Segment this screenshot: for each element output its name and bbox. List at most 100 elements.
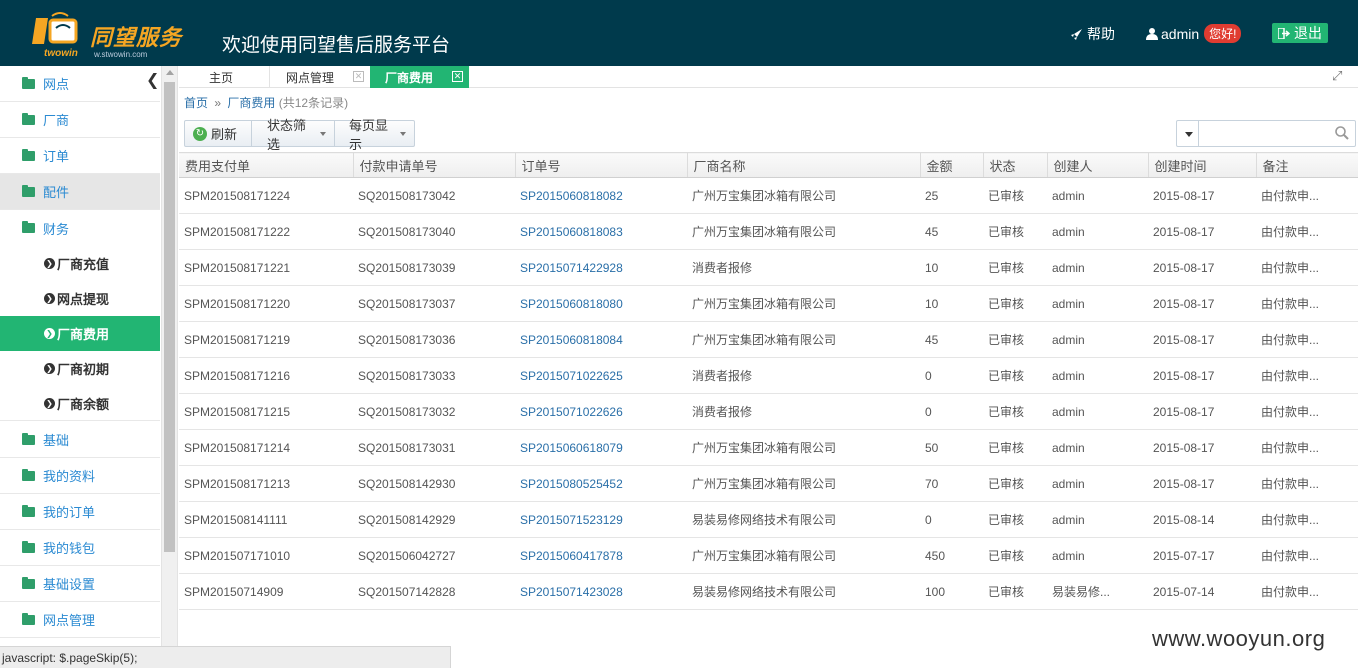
sidebar-item-label: 基础 — [43, 433, 70, 448]
cell-payment-request-id: SQ201508173039 — [353, 249, 515, 286]
sidebar-item-branch-management[interactable]: 网点管理 — [0, 602, 160, 638]
column-header[interactable]: 创建人 — [1047, 152, 1149, 178]
table-header-row: 费用支付单 付款申请单号 订单号 厂商名称 金额 状态 创建人 创建时间 备注 — [179, 152, 1358, 178]
cell-fee-payment-id: SPM201507171010 — [179, 537, 353, 574]
tab-branch-management[interactable]: 网点管理 ✕ — [269, 66, 370, 88]
cell-order-id[interactable]: SP2015071022626 — [515, 393, 687, 430]
sidebar-item-label: 我的订单 — [43, 505, 96, 520]
table-row[interactable]: SPM201508171224 SQ201508173042 SP201506081… — [179, 177, 1358, 214]
cell-fee-payment-id: SPM20150714909 — [179, 573, 353, 610]
table-row[interactable]: SPM201508171219 SQ201508173036 SP201506081… — [179, 321, 1358, 358]
folder-icon — [22, 576, 35, 589]
sidebar-item-my-orders[interactable]: 我的订单 — [0, 494, 160, 530]
cell-creator: admin — [1047, 357, 1148, 394]
column-header[interactable]: 订单号 — [515, 152, 688, 178]
cell-amount: 70 — [920, 465, 983, 502]
search-field-dropdown[interactable] — [1177, 121, 1199, 146]
table-row[interactable]: SPM201508171215 SQ201508173032 SP201507102… — [179, 393, 1358, 430]
sidebar-subitem-branch-withdraw[interactable]: ❯ 网点提现 — [0, 281, 160, 316]
search-icon[interactable] — [1334, 125, 1350, 141]
sidebar-item-vendor[interactable]: 厂商 — [0, 102, 160, 138]
cell-creator: admin — [1047, 213, 1148, 250]
user-menu[interactable]: admin 您好! — [1146, 24, 1242, 43]
sidebar-subitem-vendor-initial[interactable]: ❯ 厂商初期 — [0, 351, 160, 386]
sidebar-item-my-profile[interactable]: 我的资料 — [0, 458, 160, 494]
cell-amount: 450 — [920, 537, 983, 574]
table-row[interactable]: SPM20150714909 SQ201507142828 SP2015071423… — [179, 573, 1358, 610]
toolbar: ↻ 刷新 状态筛选 每页显示 — [184, 118, 415, 152]
column-header[interactable]: 厂商名称 — [687, 152, 921, 178]
sidebar-scrollbar[interactable] — [162, 66, 178, 668]
cell-order-id[interactable]: SP2015060618079 — [515, 429, 687, 466]
cell-status: 已审核 — [983, 393, 1047, 430]
sidebar-item-orders[interactable]: 订单 — [0, 138, 160, 174]
logout-button[interactable]: 退出 — [1272, 23, 1328, 43]
refresh-button[interactable]: ↻ 刷新 — [185, 121, 252, 146]
cell-fee-payment-id: SPM201508171221 — [179, 249, 353, 286]
sidebar-item-label: 基础设置 — [43, 577, 96, 592]
column-header[interactable]: 金额 — [920, 152, 984, 178]
cell-amount: 100 — [920, 573, 983, 610]
table-row[interactable]: SPM201508171213 SQ201508142930 SP201508052… — [179, 465, 1358, 502]
cell-order-id[interactable]: SP2015060818080 — [515, 285, 687, 322]
scroll-up-icon[interactable] — [166, 70, 174, 75]
cell-order-id[interactable]: SP2015060417878 — [515, 537, 687, 574]
page-size-dropdown[interactable]: 每页显示 — [335, 118, 414, 152]
sidebar-subitem-vendor-recharge[interactable]: ❯ 厂商充值 — [0, 246, 160, 281]
cell-order-id[interactable]: SP2015060818082 — [515, 177, 687, 214]
status-filter-dropdown[interactable]: 状态筛选 — [252, 118, 335, 152]
refresh-label: 刷新 — [211, 127, 238, 142]
column-header[interactable]: 状态 — [983, 152, 1048, 178]
cell-order-id[interactable]: SP2015080525452 — [515, 465, 687, 502]
table-row[interactable]: SPM201508171216 SQ201508173033 SP201507102… — [179, 357, 1358, 394]
expand-icon[interactable]: ⤢ — [1332, 68, 1342, 84]
close-icon[interactable]: ✕ — [353, 71, 364, 82]
tab-home[interactable]: 主页 — [179, 66, 269, 88]
cell-creator: admin — [1047, 501, 1148, 538]
sidebar-item-basic[interactable]: 基础 — [0, 422, 160, 458]
table-row[interactable]: SPM201508171220 SQ201508173037 SP201506081… — [179, 285, 1358, 322]
column-header[interactable]: 费用支付单 — [179, 152, 354, 178]
sidebar-item-parts[interactable]: 配件 — [0, 174, 160, 210]
tab-bar: 主页 网点管理 ✕ 厂商费用 ✕ — [179, 66, 1358, 88]
help-link[interactable]: 帮助 — [1070, 24, 1115, 44]
sidebar-item-basic-settings[interactable]: 基础设置 — [0, 566, 160, 602]
column-header[interactable]: 创建时间 — [1148, 152, 1257, 178]
table-row[interactable]: SPM201507171010 SQ201506042727 SP201506041… — [179, 537, 1358, 574]
sign-out-icon — [1278, 27, 1290, 39]
sidebar-item-label: 我的资料 — [43, 469, 96, 484]
scrollbar-thumb[interactable] — [164, 82, 175, 552]
sidebar-item-finance[interactable]: 财务 — [0, 210, 160, 246]
table-row[interactable]: SPM201508171221 SQ201508173039 SP201507142… — [179, 249, 1358, 286]
column-header[interactable]: 备注 — [1256, 152, 1358, 178]
cell-created-date: 2015-07-14 — [1148, 573, 1256, 610]
sidebar-subitem-vendor-balance[interactable]: ❯ 厂商余额 — [0, 386, 160, 421]
sidebar-item-branch[interactable]: 网点 — [0, 66, 160, 102]
column-header[interactable]: 付款申请单号 — [353, 152, 516, 178]
table-row[interactable]: SPM201508141111 SQ201508142929 SP201507152… — [179, 501, 1358, 538]
cell-vendor-name: 易装易修网络技术有限公司 — [687, 501, 920, 538]
cell-order-id[interactable]: SP2015060818083 — [515, 213, 687, 250]
cell-remark: 由付款申... — [1256, 177, 1358, 214]
cell-creator: admin — [1047, 393, 1148, 430]
folder-icon — [22, 432, 35, 445]
cell-order-id[interactable]: SP2015060818084 — [515, 321, 687, 358]
cell-status: 已审核 — [983, 249, 1047, 286]
cell-order-id[interactable]: SP2015071423028 — [515, 573, 687, 610]
cell-remark: 由付款申... — [1256, 357, 1358, 394]
table-row[interactable]: SPM201508171214 SQ201508173031 SP201506061… — [179, 429, 1358, 466]
cell-creator: admin — [1047, 285, 1148, 322]
close-icon[interactable]: ✕ — [452, 71, 463, 82]
sidebar-subitem-vendor-fees[interactable]: ❯ 厂商费用 — [0, 316, 160, 351]
search-input[interactable] — [1201, 123, 1329, 144]
breadcrumb-home[interactable]: 首页 — [184, 96, 208, 110]
sidebar-item-my-wallet[interactable]: 我的钱包 — [0, 530, 160, 566]
tab-vendor-fees[interactable]: 厂商费用 ✕ — [370, 66, 469, 88]
cell-order-id[interactable]: SP2015071523129 — [515, 501, 687, 538]
folder-icon — [22, 612, 35, 625]
record-count: (共12条记录) — [278, 96, 349, 110]
cell-order-id[interactable]: SP2015071422928 — [515, 249, 687, 286]
cell-order-id[interactable]: SP2015071022625 — [515, 357, 687, 394]
table-row[interactable]: SPM201508171222 SQ201508173040 SP201506081… — [179, 213, 1358, 250]
cell-status: 已审核 — [983, 177, 1047, 214]
